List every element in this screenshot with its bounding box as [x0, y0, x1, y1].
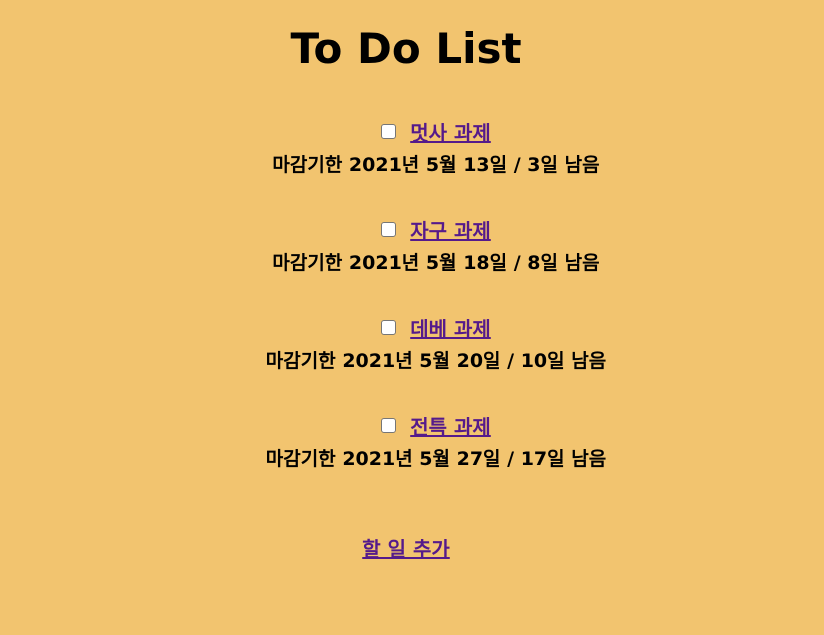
todo-item: 자구 과제 마감기한 2021년 5월 18일 / 8일 남음	[0, 214, 824, 312]
todo-task-link[interactable]: 멋사 과제	[410, 117, 491, 146]
todo-checkbox[interactable]	[381, 221, 397, 237]
todo-task-link[interactable]: 전특 과제	[410, 411, 491, 440]
todo-item-header: 멋사 과제	[0, 116, 824, 146]
todo-deadline: 마감기한 2021년 5월 18일 / 8일 남음	[272, 252, 600, 274]
todo-checkbox[interactable]	[381, 319, 397, 335]
todo-deadline: 마감기한 2021년 5월 13일 / 3일 남음	[272, 154, 600, 176]
todo-task-link[interactable]: 데베 과제	[410, 313, 491, 342]
page-title: To Do List	[290, 24, 522, 73]
todo-deadline: 마감기한 2021년 5월 27일 / 17일 남음	[265, 448, 607, 470]
todo-list: 멋사 과제 마감기한 2021년 5월 13일 / 3일 남음 자구 과제 마감…	[0, 116, 824, 508]
todo-item-header: 전특 과제	[0, 410, 824, 440]
todo-task-link[interactable]: 자구 과제	[410, 215, 491, 244]
todo-item: 데베 과제 마감기한 2021년 5월 20일 / 10일 남음	[0, 312, 824, 410]
todo-item: 멋사 과제 마감기한 2021년 5월 13일 / 3일 남음	[0, 116, 824, 214]
todo-item-header: 자구 과제	[0, 214, 824, 244]
todo-deadline: 마감기한 2021년 5월 20일 / 10일 남음	[265, 350, 607, 372]
todo-page: To Do List 멋사 과제 마감기한 2021년 5월 13일 / 3일 …	[0, 0, 824, 635]
todo-item: 전특 과제 마감기한 2021년 5월 27일 / 17일 남음	[0, 410, 824, 508]
todo-checkbox[interactable]	[381, 123, 397, 139]
todo-item-header: 데베 과제	[0, 312, 824, 342]
add-todo-link[interactable]: 할 일 추가	[0, 533, 812, 562]
todo-checkbox[interactable]	[381, 417, 397, 433]
